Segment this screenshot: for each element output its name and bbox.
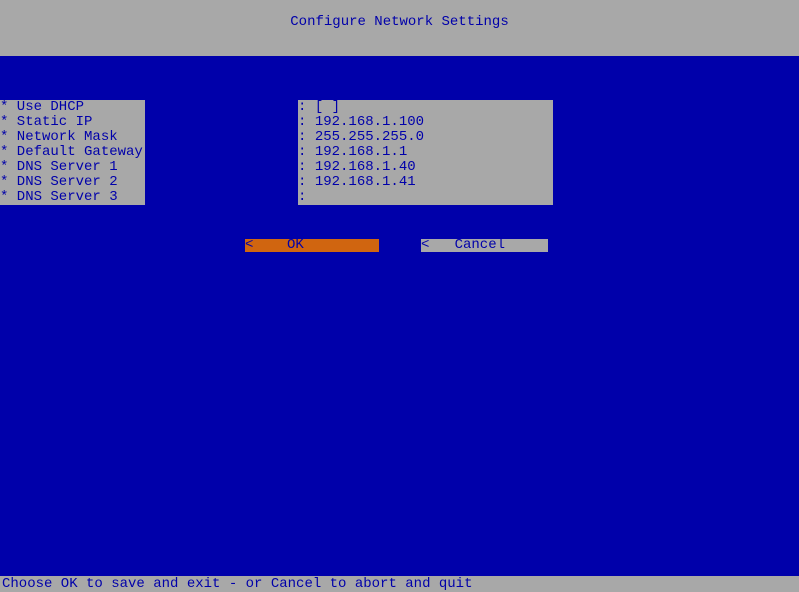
field-label[interactable]: * DNS Server 2 [0,175,145,190]
ok-button[interactable]: < OK > [245,239,379,252]
dns-server-2-input[interactable]: : 192.168.1.41 [298,175,553,190]
network-mask-input[interactable]: : 255.255.255.0 [298,130,553,145]
static-ip-input[interactable]: : 192.168.1.100 [298,115,553,130]
field-values-column: : [ ] : 192.168.1.100 : 255.255.255.0 : … [298,100,553,205]
field-label[interactable]: * DNS Server 3 [0,190,145,205]
page-title: Configure Network Settings [290,14,508,30]
default-gateway-input[interactable]: : 192.168.1.1 [298,145,553,160]
cancel-button[interactable]: < Cancel > [421,239,548,252]
titlebar: Configure Network Settings [0,0,799,56]
dns-server-1-input[interactable]: : 192.168.1.40 [298,160,553,175]
field-labels-column: * Use DHCP * Static IP * Network Mask * … [0,100,145,205]
field-label[interactable]: * Default Gateway [0,145,145,160]
use-dhcp-checkbox[interactable]: : [ ] [298,100,553,115]
field-label[interactable]: * Static IP [0,115,145,130]
status-bar: Choose OK to save and exit - or Cancel t… [0,576,799,592]
field-label[interactable]: * Network Mask [0,130,145,145]
dns-server-3-input[interactable]: : [298,190,553,205]
field-label[interactable]: * Use DHCP [0,100,145,115]
field-label[interactable]: * DNS Server 1 [0,160,145,175]
